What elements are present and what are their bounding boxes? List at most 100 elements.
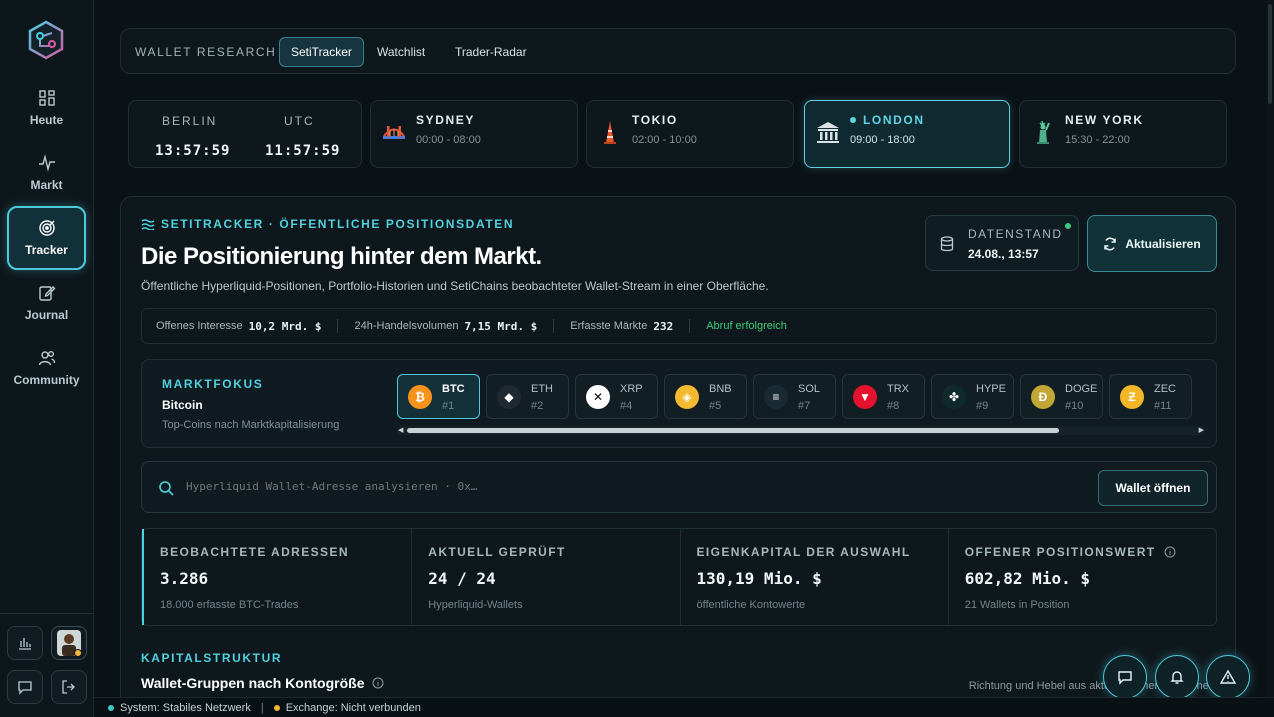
warning-icon (1220, 669, 1236, 684)
market-focus-title: MARKTFOKUS (162, 377, 264, 391)
bnb-coin-icon: ◈ (675, 385, 699, 409)
markets-label: Erfasste Märkte (570, 320, 648, 332)
metric-label: OFFENER POSITIONSWERT (964, 545, 1156, 559)
metric-label: AKTUELL GEPRÜFT (428, 545, 566, 559)
coin-btc[interactable]: ₿ BTC #1 (397, 374, 480, 419)
coin-symbol: DOGE (1065, 383, 1098, 395)
session-sydney[interactable]: SYDNEY 00:00 - 08:00 (370, 100, 578, 168)
chat-button[interactable] (7, 670, 43, 704)
coin-bnb[interactable]: ◈ BNB #5 (664, 374, 747, 419)
section-eyebrow: SETITRACKER · ÖFFENTLICHE POSITIONSDATEN (141, 217, 514, 231)
page-title: Die Positionierung hinter dem Markt. (141, 243, 542, 270)
sidebar-item-journal[interactable]: Journal (7, 271, 86, 335)
tabs-section-title: WALLET RESEARCH (135, 45, 277, 59)
sidebar-item-label: Community (13, 373, 80, 387)
market-stats-strip: Offenes Interesse 10,2 Mrd. $ 24h-Handel… (141, 308, 1217, 344)
coin-symbol: BNB (709, 383, 732, 395)
session-hours: 15:30 - 22:00 (1065, 134, 1130, 146)
eth-coin-icon: ◆ (497, 385, 521, 409)
coin-rank: #7 (798, 400, 811, 412)
grid-icon (38, 90, 55, 106)
coin-doge[interactable]: Ð DOGE #10 (1020, 374, 1103, 419)
market-focus-selected: Bitcoin (162, 398, 203, 412)
coin-symbol: SOL (798, 383, 821, 395)
sidebar-item-label: Journal (24, 308, 69, 322)
pulse-icon (38, 154, 55, 172)
liberty-icon (1037, 120, 1050, 144)
sidebar-item-markt[interactable]: Markt (7, 141, 86, 205)
open-wallet-button[interactable]: Wallet öffnen (1098, 470, 1208, 506)
coin-selector[interactable]: ₿ BTC #1 ◆ ETH #2 ✕ XRP #4 ◈ BNB #5 ≡ SOL #7 ▼ TRX #8 ✤ HYP… (397, 374, 1205, 420)
coin-eth[interactable]: ◆ ETH #2 (486, 374, 569, 419)
metric-note: 21 Wallets in Position (964, 599, 1070, 611)
app-logo[interactable] (26, 20, 66, 60)
avatar[interactable] (51, 626, 87, 660)
sidebar-item-heute[interactable]: Heute (7, 76, 86, 140)
coin-hype[interactable]: ✤ HYPE #9 (931, 374, 1014, 419)
scrollbar-thumb[interactable] (407, 428, 1059, 433)
page-scrollbar-track[interactable] (1266, 0, 1274, 697)
volume-value: 7,15 Mrd. $ (464, 319, 538, 333)
exchange-status-dot (273, 704, 280, 711)
chat-fab[interactable] (1103, 655, 1147, 699)
coin-xrp[interactable]: ✕ XRP #4 (575, 374, 658, 419)
database-icon (940, 236, 954, 252)
message-icon (18, 681, 32, 695)
datestand-value: 24.08., 13:57 (968, 247, 1039, 261)
sidebar-divider (0, 613, 94, 614)
logout-button[interactable] (51, 670, 87, 704)
session-name: SYDNEY (416, 113, 475, 127)
coin-rank: #8 (887, 400, 900, 412)
notifications-fab[interactable] (1155, 655, 1199, 699)
tab-setitracker[interactable]: SetiTracker (279, 37, 364, 67)
metric-label: EIGENKAPITAL DER AUSWAHL (696, 545, 911, 559)
world-clock: BERLIN 13:57:59 UTC 11:57:59 (128, 100, 362, 168)
market-focus: MARKTFOKUS Bitcoin Top-Coins nach Marktk… (141, 359, 1217, 448)
system-status: System: Stabiles Netzwerk (120, 701, 251, 714)
alert-fab[interactable] (1206, 655, 1250, 699)
session-new-york[interactable]: NEW YORK 15:30 - 22:00 (1019, 100, 1227, 168)
clock-time-utc: 11:57:59 (265, 143, 341, 159)
scroll-left-icon[interactable]: ◀ (398, 426, 403, 434)
coin-rank: #1 (442, 400, 455, 412)
clock-time-berlin: 13:57:59 (155, 143, 231, 159)
tab-watchlist[interactable]: Watchlist (366, 37, 436, 67)
capital-section-subtitle: Wallet-Gruppen nach Kontogröße (141, 675, 365, 691)
refresh-button[interactable]: Aktualisieren (1087, 215, 1217, 272)
coin-sol[interactable]: ≡ SOL #7 (753, 374, 836, 419)
metric-note: 18.000 erfasste BTC-Trades (160, 599, 299, 611)
metric-value: 24 / 24 (428, 569, 496, 588)
tab-trader-radar[interactable]: Trader-Radar (444, 37, 538, 67)
info-icon[interactable] (1164, 546, 1176, 558)
coin-zec[interactable]: Ƶ ZEC #11 (1109, 374, 1192, 419)
metric-checked: AKTUELL GEPRÜFT 24 / 24 Hyperliquid-Wall… (412, 529, 681, 625)
doge-coin-icon: Ð (1031, 385, 1055, 409)
coin-scrollbar[interactable]: ◀ ▶ (397, 426, 1205, 435)
session-tokio[interactable]: TOKIO 02:00 - 10:00 (586, 100, 794, 168)
metric-value: 3.286 (160, 569, 209, 588)
exchange-status: Exchange: Nicht verbunden (285, 701, 421, 714)
tower-icon (604, 121, 616, 144)
open-interest-value: 10,2 Mrd. $ (248, 319, 322, 333)
status-separator: | (260, 701, 264, 714)
coin-trx[interactable]: ▼ TRX #8 (842, 374, 925, 419)
volume-label: 24h-Handelsvolumen (354, 320, 459, 332)
scroll-right-icon[interactable]: ▶ (1199, 426, 1204, 434)
open-interest-label: Offenes Interesse (156, 320, 243, 332)
edit-icon (38, 286, 55, 301)
metric-equity: EIGENKAPITAL DER AUSWAHL 130,19 Mio. $ ö… (681, 529, 949, 625)
session-london[interactable]: LONDON 09:00 - 18:00 (804, 100, 1010, 168)
waves-icon (141, 219, 155, 230)
stats-button[interactable] (7, 626, 43, 660)
wallet-address-input[interactable] (186, 480, 886, 493)
page-scrollbar-thumb[interactable] (1268, 4, 1272, 104)
active-session-dot (850, 117, 856, 123)
coin-rank: #11 (1154, 400, 1172, 412)
metric-note: Hyperliquid-Wallets (428, 599, 523, 611)
capital-section-subtitle-row: Wallet-Gruppen nach Kontogröße (141, 675, 384, 691)
info-icon[interactable] (372, 677, 384, 689)
sidebar-item-community[interactable]: Community (7, 336, 86, 400)
bank-icon (817, 122, 839, 143)
sidebar-item-tracker[interactable]: Tracker (7, 206, 86, 270)
status-bar: System: Stabiles Netzwerk | Exchange: Ni… (94, 697, 1274, 717)
